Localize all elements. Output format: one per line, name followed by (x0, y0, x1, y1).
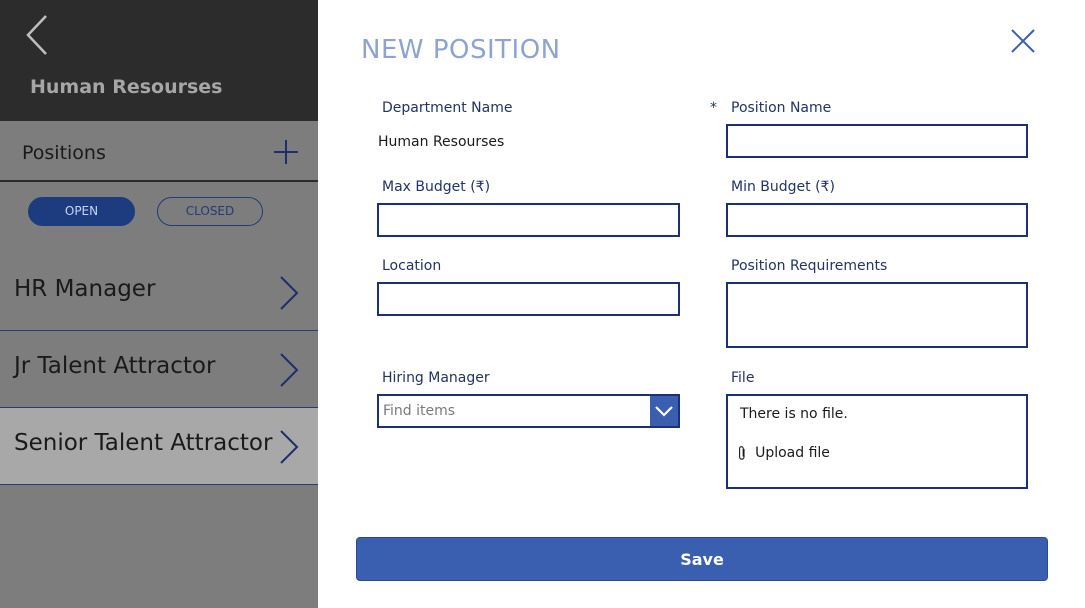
position-item-senior-talent-attractor[interactable]: Senior Talent Attractor (0, 408, 318, 485)
position-item-label: Jr Talent Attractor (14, 353, 216, 379)
dropdown-toggle-button[interactable] (650, 396, 678, 426)
upload-file-link[interactable]: Upload file (736, 442, 830, 462)
hiring-manager-combobox (377, 394, 680, 428)
positions-heading: Positions (22, 142, 106, 164)
sidebar-header: Human Resourses (0, 0, 318, 121)
position-item-label: HR Manager (14, 276, 156, 302)
department-name-label: Department Name (382, 100, 513, 116)
position-name-label: Position Name (731, 100, 832, 116)
file-label: File (731, 370, 755, 386)
max-budget-input[interactable] (377, 203, 680, 237)
no-file-text: There is no file. (740, 406, 848, 422)
hiring-manager-search-input[interactable] (379, 396, 651, 426)
chevron-right-icon (280, 353, 299, 387)
chevron-left-icon[interactable] (22, 12, 56, 58)
chevron-down-icon (655, 406, 673, 417)
new-position-form: NEW POSITION Department Name Human Resou… (318, 0, 1085, 608)
position-item-jr-talent-attractor[interactable]: Jr Talent Attractor (0, 331, 318, 408)
position-requirements-textarea[interactable] (726, 282, 1028, 348)
positions-toolbar: Positions (0, 121, 318, 182)
position-name-input[interactable] (726, 124, 1028, 158)
paperclip-icon (739, 445, 745, 460)
department-name-value: Human Resourses (378, 134, 505, 150)
chevron-right-icon (280, 430, 299, 464)
min-budget-input[interactable] (726, 203, 1028, 237)
chevron-right-icon (280, 276, 299, 310)
filter-closed-button[interactable]: CLOSED (157, 197, 263, 226)
close-icon[interactable] (1010, 28, 1036, 54)
plus-icon[interactable] (272, 138, 300, 166)
max-budget-label: Max Budget (₹) (382, 179, 491, 195)
location-input[interactable] (377, 282, 680, 316)
positions-sidebar: Human Resourses Positions OPEN CLOSED HR… (0, 0, 318, 608)
hiring-manager-label: Hiring Manager (382, 370, 490, 386)
upload-file-label: Upload file (755, 444, 830, 461)
position-requirements-label: Position Requirements (731, 258, 888, 274)
file-attachment-box: There is no file. Upload file (726, 394, 1028, 489)
min-budget-label: Min Budget (₹) (731, 179, 835, 195)
position-item-hr-manager[interactable]: HR Manager (0, 254, 318, 331)
sidebar-title: Human Resourses (30, 76, 223, 98)
form-title: NEW POSITION (361, 35, 561, 65)
required-marker: * (710, 100, 717, 116)
save-button[interactable]: Save (356, 537, 1048, 581)
location-label: Location (382, 258, 442, 274)
position-item-label: Senior Talent Attractor (14, 430, 273, 456)
filter-open-button[interactable]: OPEN (28, 197, 135, 226)
